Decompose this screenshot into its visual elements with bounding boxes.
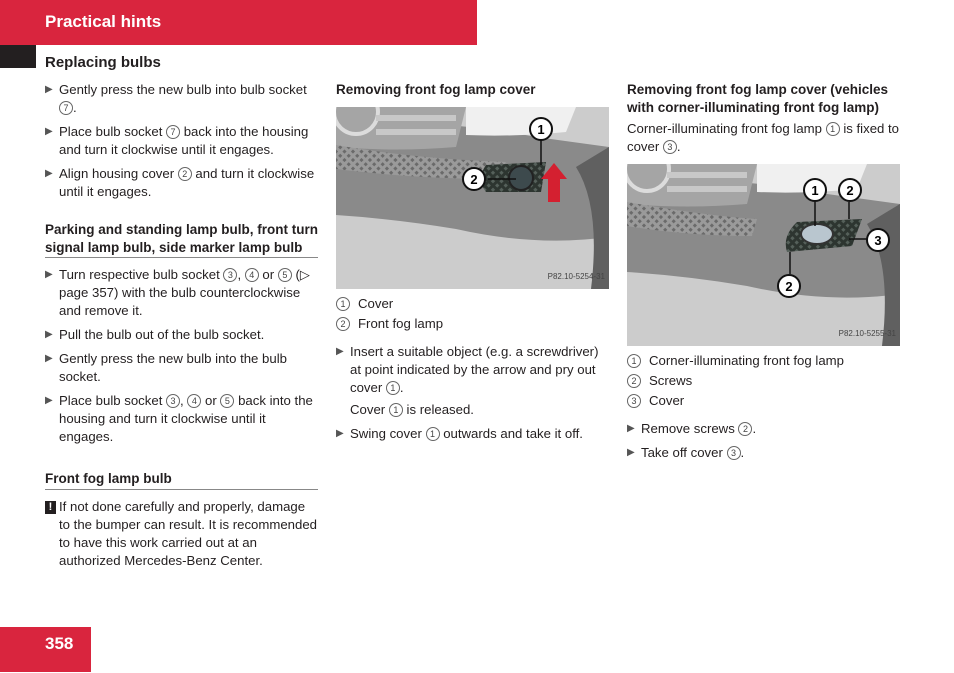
figure-corner-fog-lamp: 1 2 3 2 P82.10-5255-31 (627, 164, 900, 346)
figure-code: P82.10-5254-31 (547, 271, 605, 281)
legend-label: Screws (649, 373, 693, 388)
callout-1: 1 (537, 122, 544, 137)
column-2: Removing front fog lamp cover 1 2 P82.10… (336, 81, 609, 449)
step-arrow-icon: ▶ (45, 329, 53, 340)
warning-icon: ! (45, 500, 56, 514)
legend-item: 2 Screws (627, 372, 900, 390)
figure-code: P82.10-5255-31 (838, 329, 896, 338)
step-item: ▶ Turn respective bulb socket 3, 4 or 5 (… (45, 267, 311, 318)
chapter-title: Practical hints (45, 12, 162, 31)
ref-number: 1 (425, 426, 440, 441)
subhead-parking-lamp: Parking and standing lamp bulb, front tu… (45, 221, 318, 258)
step-item: ▶ Pull the bulb out of the bulb socket. (45, 327, 265, 342)
legend-item: 3 Cover (627, 392, 900, 410)
ref-number: 3 (166, 394, 181, 408)
subhead-front-fog-lamp-bulb: Front fog lamp bulb (45, 470, 318, 490)
step-arrow-icon: ▶ (45, 395, 53, 406)
ref-number: 7 (166, 125, 181, 139)
steps-list-parking: ▶ Turn respective bulb socket 3, 4 or 5 (… (45, 266, 318, 446)
section-title: Replacing bulbs (45, 54, 161, 71)
step-arrow-icon: ▶ (336, 345, 344, 357)
legend-item: 1 Corner-illuminating front fog lamp (627, 352, 900, 370)
step-arrow-icon: ▶ (45, 353, 53, 364)
ref-number: 1 (627, 354, 641, 368)
step-item: ▶ Gently press the new bulb into the bulb… (45, 351, 287, 384)
step-arrow-icon: ▶ (45, 126, 53, 137)
callout-2-lower: 2 (785, 279, 792, 294)
ref-number: 4 (187, 394, 202, 408)
step-remove-screws: ▶ Remove screws 2. (627, 421, 757, 436)
warning-note: ! If not done carefully and properly, da… (45, 498, 318, 570)
legend-label: Cover (358, 295, 394, 311)
step-pry-cover: ▶ Insert a suitable object (e.g. a screw… (336, 343, 609, 419)
ref-number: 3 (223, 268, 238, 282)
step-item: ▶ Place bulb socket 3, 4 or 5 back into t… (45, 393, 313, 444)
step-item: ▶ Align housing cover 2 and turn it clock… (45, 166, 315, 199)
ref-number: 1 (336, 296, 350, 311)
subhead-corner-illuminating: Removing front fog lamp cover (vehicles … (627, 82, 889, 115)
ref-number: 1 (388, 402, 403, 417)
legend-label: Front fog lamp (358, 315, 444, 331)
legend-item: 1 Cover (336, 295, 609, 313)
step-arrow-icon: ▶ (336, 427, 344, 439)
column-1: ▶ Gently press the new bulb into bulb soc… (45, 81, 318, 570)
ref-number: 3 (726, 446, 741, 460)
step-swing-cover: ▶ Swing cover 1 outwards and take it off… (336, 425, 583, 441)
step-arrow-icon: ▶ (45, 269, 53, 280)
section-marker-tab (0, 45, 36, 68)
page-number: 358 (45, 634, 74, 653)
step-item: ▶ Place bulb socket 7 back into the housi… (45, 124, 309, 157)
ref-number: 3 (662, 140, 677, 154)
result-text: Cover 1 is released. (350, 401, 474, 417)
step-take-off-cover: ▶ Take off cover 3. (627, 445, 745, 460)
ref-number: 1 (825, 122, 840, 136)
subhead-removing-fog-cover: Removing front fog lamp cover (336, 82, 536, 97)
bumper-illustration-1: 1 2 (336, 106, 609, 289)
figure-legend-2: 1 Corner-illuminating front fog lamp 2 Scre… (627, 352, 900, 410)
ref-number: 5 (220, 394, 235, 408)
bumper-illustration-2: 1 2 3 2 (627, 164, 900, 346)
ref-number: 7 (59, 101, 73, 115)
ref-number: 2 (738, 422, 753, 436)
intro-text: Corner-illuminating front fog lamp 1 is … (627, 121, 900, 154)
legend-label: Cover (649, 393, 685, 408)
ref-number: 2 (336, 316, 350, 331)
callout-2: 2 (846, 183, 853, 198)
callout-3: 3 (874, 233, 881, 248)
step-arrow-icon: ▶ (45, 84, 53, 95)
callout-2: 2 (470, 172, 477, 187)
step-item: ▶ Gently press the new bulb into bulb soc… (45, 82, 307, 115)
step-arrow-icon: ▶ (627, 447, 635, 458)
ref-number: 2 (177, 167, 192, 181)
steps-list-replacing: ▶ Gently press the new bulb into bulb soc… (45, 81, 318, 201)
warning-text: If not done carefully and properly, dama… (59, 498, 318, 568)
legend-item: 2 Front fog lamp (336, 315, 609, 333)
callout-1: 1 (811, 183, 818, 198)
ref-number: 2 (627, 374, 641, 388)
legend-label: Corner-illuminating front fog lamp (649, 353, 844, 368)
ref-number: 3 (627, 394, 641, 408)
ref-number: 4 (244, 268, 259, 282)
step-arrow-icon: ▶ (45, 168, 53, 179)
figure-fog-lamp-cover: 1 2 P82.10-5254-31 (336, 106, 609, 289)
ref-number: 1 (385, 380, 400, 395)
ref-number: 5 (277, 268, 292, 282)
step-arrow-icon: ▶ (627, 423, 635, 434)
figure-legend-1: 1 Cover 2 Front fog lamp (336, 295, 609, 333)
column-3: Removing front fog lamp cover (vehicles … (627, 81, 900, 468)
